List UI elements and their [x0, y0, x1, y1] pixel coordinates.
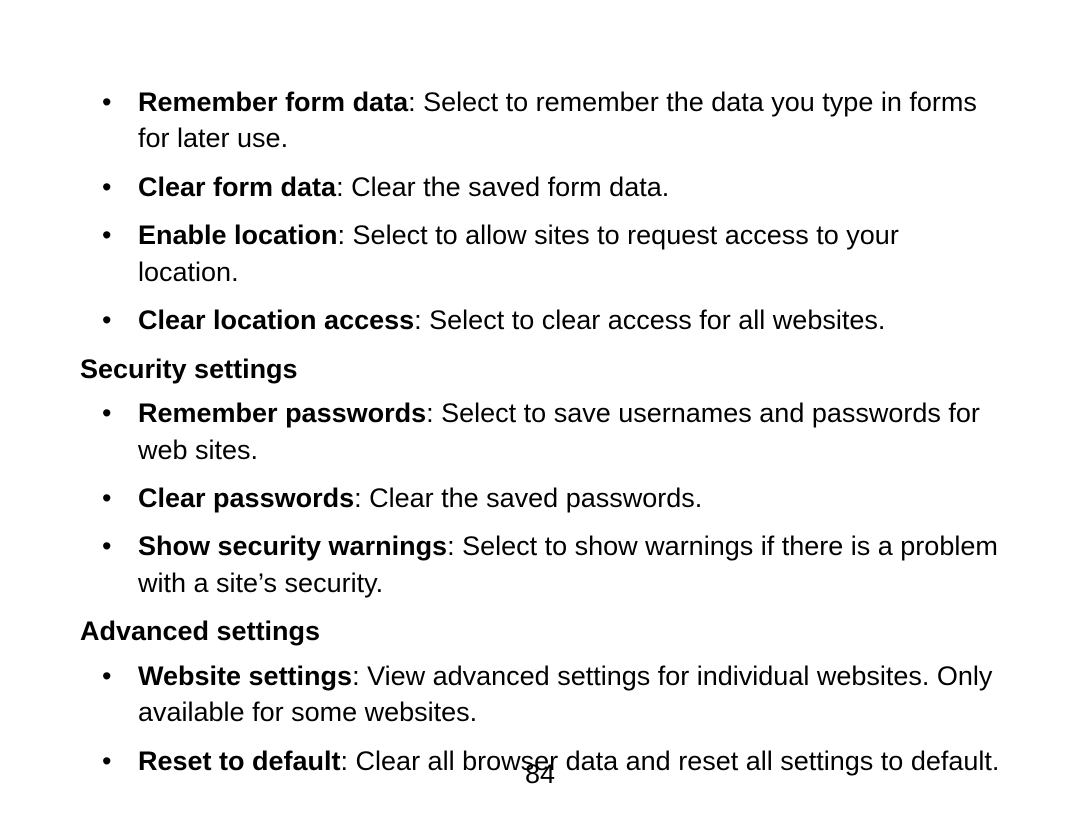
item-desc: : Select to clear access for all website…	[414, 305, 885, 335]
item-title: Website settings	[138, 661, 352, 691]
item-desc: : Clear the saved passwords.	[354, 483, 702, 513]
list-item: Clear form data: Clear the saved form da…	[138, 169, 1000, 205]
list-item: Remember passwords: Select to save usern…	[138, 395, 1000, 468]
item-title: Enable location	[138, 220, 338, 250]
advanced-settings-heading: Advanced settings	[80, 613, 1000, 649]
list-item: Clear passwords: Clear the saved passwor…	[138, 480, 1000, 516]
item-title: Clear location access	[138, 305, 414, 335]
list-item: Enable location: Select to allow sites t…	[138, 217, 1000, 290]
settings-list-1: Remember form data: Select to remember t…	[80, 84, 1000, 339]
security-settings-heading: Security settings	[80, 351, 1000, 387]
list-item: Website settings: View advanced settings…	[138, 658, 1000, 731]
list-item: Show security warnings: Select to show w…	[138, 528, 1000, 601]
list-item: Clear location access: Select to clear a…	[138, 302, 1000, 338]
item-title: Clear form data	[138, 172, 336, 202]
item-title: Clear passwords	[138, 483, 354, 513]
settings-list-2: Remember passwords: Select to save usern…	[80, 395, 1000, 601]
document-body: Remember form data: Select to remember t…	[80, 84, 1000, 779]
item-title: Remember passwords	[138, 398, 426, 428]
item-desc: : Clear the saved form data.	[336, 172, 669, 202]
page-number: 84	[0, 759, 1080, 790]
item-title: Show security warnings	[138, 531, 447, 561]
list-item: Remember form data: Select to remember t…	[138, 84, 1000, 157]
item-title: Remember form data	[138, 87, 408, 117]
